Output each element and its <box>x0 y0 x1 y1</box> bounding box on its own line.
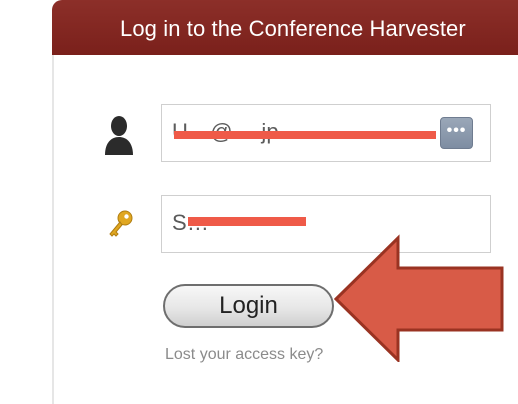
ellipsis-icon: ••• <box>446 122 467 139</box>
user-icon <box>105 116 133 155</box>
redaction-bar <box>174 131 436 139</box>
login-button[interactable]: Login <box>163 284 334 328</box>
key-icon <box>109 210 133 237</box>
lost-access-key-link[interactable]: Lost your access key? <box>165 346 323 364</box>
panel-left-border <box>52 50 54 404</box>
password-manager-button[interactable]: ••• <box>440 117 473 149</box>
email-field[interactable]: U…@….jp ••• <box>161 104 491 162</box>
redaction-bar <box>188 217 306 226</box>
login-page: Log in to the Conference Harvester U…@….… <box>0 0 518 404</box>
page-title: Log in to the Conference Harvester <box>120 16 466 41</box>
panel-header: Log in to the Conference Harvester <box>52 0 518 55</box>
pointing-arrow-icon <box>333 234 504 362</box>
